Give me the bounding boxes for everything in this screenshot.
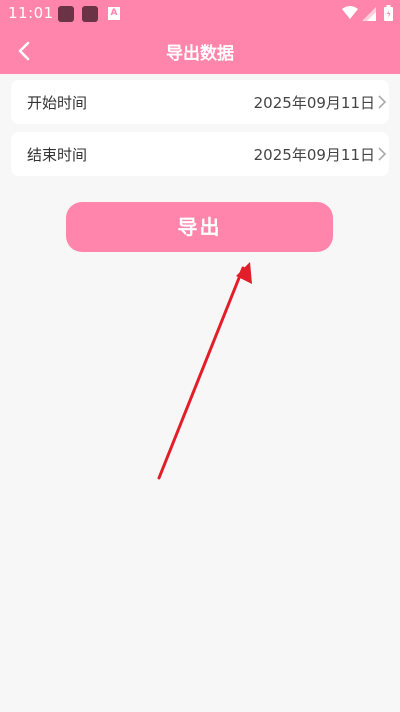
start-time-label: 开始时间 [27, 94, 88, 112]
page-title: 导出数据 [166, 44, 234, 64]
screen: 11:01 A 导出数据 开始时间 2025年09月11日 结束时间 2025年… [0, 0, 400, 712]
chevron-right-icon [378, 147, 387, 161]
notification-icon [82, 6, 98, 22]
end-time-label: 结束时间 [27, 146, 88, 164]
wifi-icon [342, 6, 358, 19]
signal-icon [362, 7, 376, 21]
status-bar: 11:01 A [0, 0, 400, 28]
start-time-value: 2025年09月11日 [253, 94, 375, 112]
end-time-row[interactable]: 结束时间 2025年09月11日 [11, 132, 389, 176]
notification-a-icon: A [108, 7, 120, 20]
start-time-row[interactable]: 开始时间 2025年09月11日 [11, 80, 389, 124]
status-time: 11:01 [8, 4, 54, 22]
end-time-value: 2025年09月11日 [253, 146, 375, 164]
notification-icon [58, 6, 74, 22]
export-button[interactable]: 导出 [66, 202, 333, 252]
battery-icon [384, 5, 393, 21]
app-bar: 导出数据 [0, 28, 400, 74]
chevron-right-icon [378, 95, 387, 109]
